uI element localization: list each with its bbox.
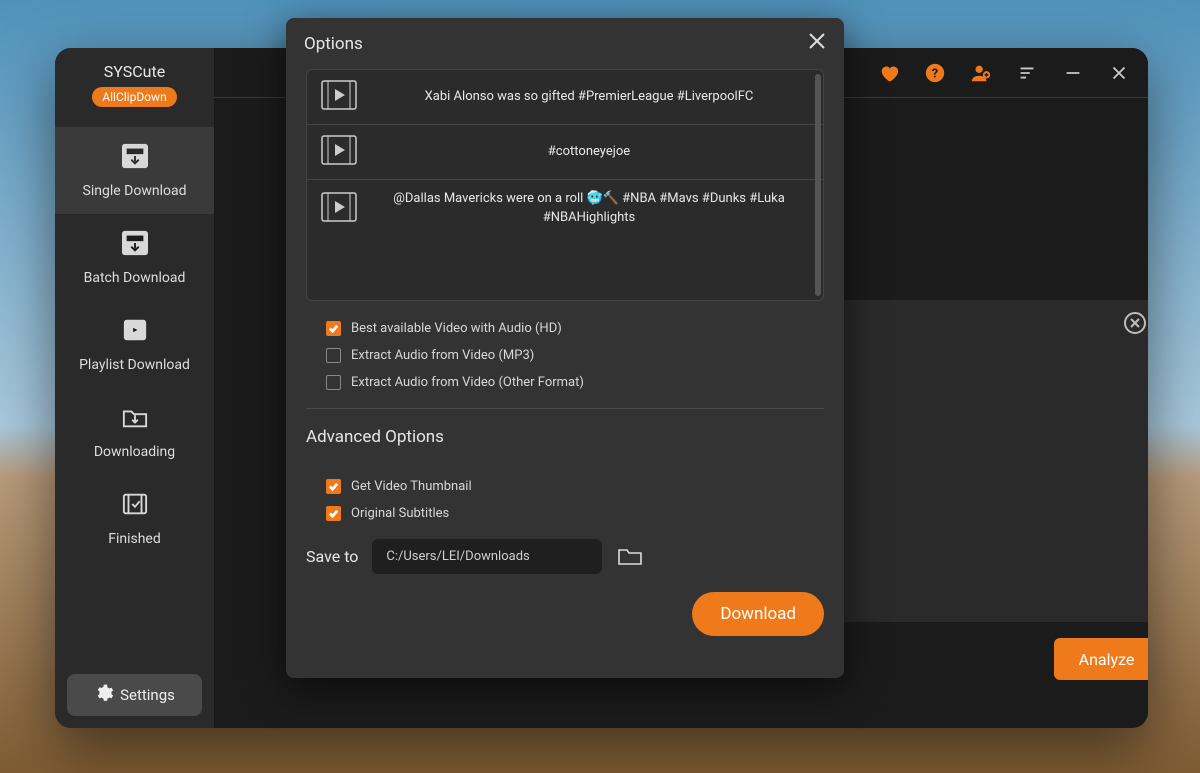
sidebar-item-playlist-download[interactable]: Playlist Download <box>55 301 214 388</box>
analyze-button[interactable]: Analyze <box>1054 638 1148 680</box>
video-list-item[interactable]: @Dallas Mavericks were on a roll 🥶🔨 #NBA… <box>307 180 823 238</box>
sidebar-item-label: Downloading <box>94 444 175 460</box>
modal-title: Options <box>304 34 363 54</box>
download-button[interactable]: Download <box>692 592 824 636</box>
sidebar-item-label: Playlist Download <box>79 357 190 373</box>
download-label: Download <box>720 604 796 624</box>
video-list[interactable]: Xabi Alonso was so gifted #PremierLeague… <box>306 69 824 301</box>
advanced-options-title: Advanced Options <box>306 427 824 447</box>
modal-header: Options <box>286 18 844 69</box>
sidebar-item-downloading[interactable]: Downloading <box>55 388 214 475</box>
playlist-icon <box>120 317 150 347</box>
heart-icon[interactable] <box>878 62 900 84</box>
sidebar-item-label: Single Download <box>83 183 187 199</box>
folder-down-icon <box>120 404 150 434</box>
close-icon[interactable] <box>1108 62 1130 84</box>
video-title: @Dallas Mavericks were on a roll 🥶🔨 #NBA… <box>369 190 809 228</box>
modal-body: Xabi Alonso was so gifted #PremierLeague… <box>286 69 844 678</box>
url-panel-close-button[interactable] <box>1124 312 1146 334</box>
film-icon <box>321 135 357 169</box>
download-file-icon <box>120 143 150 173</box>
analyze-label: Analyze <box>1079 650 1135 669</box>
option-label: Original Subtitles <box>351 506 449 521</box>
minimize-icon[interactable] <box>1062 62 1084 84</box>
brand-title: SYSCute <box>55 62 214 81</box>
advanced-options: Get Video Thumbnail Original Subtitles <box>306 479 824 521</box>
film-icon <box>321 80 357 114</box>
sidebar-item-label: Finished <box>108 531 161 547</box>
format-option-hd[interactable]: Best available Video with Audio (HD) <box>326 321 824 336</box>
svg-text:?: ? <box>932 66 938 81</box>
format-option-mp3[interactable]: Extract Audio from Video (MP3) <box>326 348 824 363</box>
film-icon <box>321 192 357 226</box>
option-label: Extract Audio from Video (MP3) <box>351 348 534 363</box>
menu-icon[interactable] <box>1016 62 1038 84</box>
option-label: Get Video Thumbnail <box>351 479 472 494</box>
options-modal: Options Xabi Alonso was so gifted #Premi… <box>286 18 844 678</box>
download-file-icon <box>120 230 150 260</box>
sidebar-item-batch-download[interactable]: Batch Download <box>55 214 214 301</box>
video-title: Xabi Alonso was so gifted #PremierLeague… <box>369 88 809 107</box>
brand-subtitle-badge: AllClipDown <box>92 87 176 107</box>
option-label: Extract Audio from Video (Other Format) <box>351 375 584 390</box>
format-options: Best available Video with Audio (HD) Ext… <box>306 321 824 390</box>
gear-icon <box>94 683 114 707</box>
sidebar: SYSCute AllClipDown Single Download Batc… <box>55 48 214 728</box>
film-check-icon <box>120 491 150 521</box>
sidebar-nav: Single Download Batch Download Playlist … <box>55 127 214 562</box>
format-option-other[interactable]: Extract Audio from Video (Other Format) <box>326 375 824 390</box>
video-list-item[interactable]: Xabi Alonso was so gifted #PremierLeague… <box>307 70 823 125</box>
sidebar-item-finished[interactable]: Finished <box>55 475 214 562</box>
brand: SYSCute AllClipDown <box>55 48 214 113</box>
option-label: Best available Video with Audio (HD) <box>351 321 562 336</box>
sidebar-item-label: Batch Download <box>84 270 186 286</box>
divider <box>306 408 824 409</box>
modal-close-button[interactable] <box>808 32 826 55</box>
advanced-option-thumbnail[interactable]: Get Video Thumbnail <box>326 479 824 494</box>
video-list-item[interactable]: #cottoneyejoe <box>307 125 823 180</box>
save-to-label: Save to <box>306 547 358 566</box>
save-path-field[interactable]: C:/Users/LEI/Downloads <box>372 539 602 574</box>
sidebar-item-single-download[interactable]: Single Download <box>55 127 214 214</box>
save-to-row: Save to C:/Users/LEI/Downloads <box>306 539 824 574</box>
help-icon[interactable]: ? <box>924 62 946 84</box>
advanced-option-subtitles[interactable]: Original Subtitles <box>326 506 824 521</box>
video-title: #cottoneyejoe <box>369 143 809 162</box>
add-user-icon[interactable] <box>970 62 992 84</box>
settings-button[interactable]: Settings <box>67 674 202 716</box>
browse-folder-button[interactable] <box>616 543 644 571</box>
settings-label: Settings <box>120 686 175 704</box>
